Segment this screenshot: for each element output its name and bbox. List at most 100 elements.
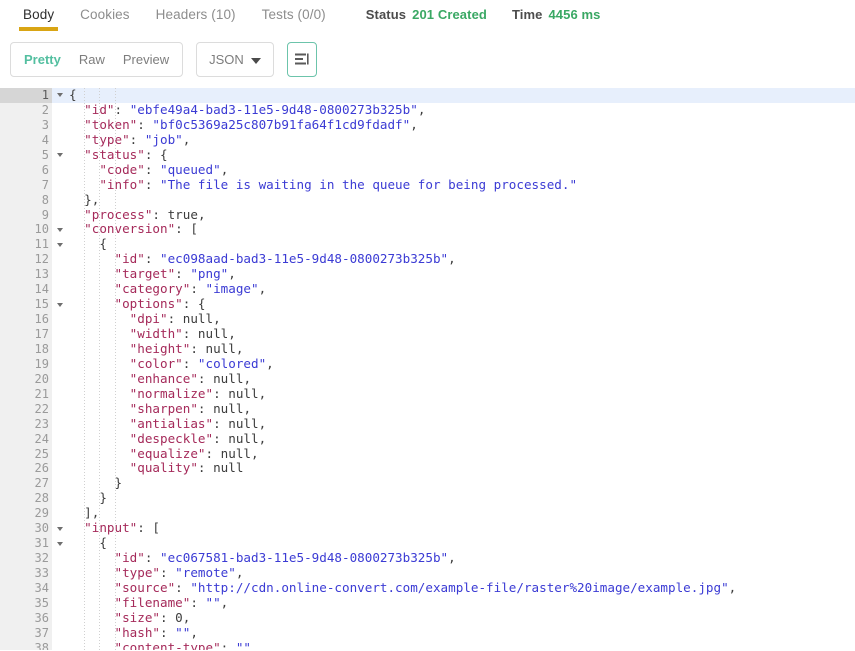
code-line[interactable]: 6 "code": "queued",: [0, 162, 855, 178]
code-token: "type": [114, 566, 161, 580]
line-number: 2: [0, 102, 52, 118]
code-token: "size": [114, 610, 161, 625]
code-token: "The file is waiting in the queue for be…: [160, 177, 578, 192]
code-line[interactable]: 16 "dpi": null,: [0, 312, 855, 327]
code-token: :: [175, 580, 191, 595]
code-line[interactable]: 23 "antialias": null,: [0, 416, 855, 432]
code-line[interactable]: 34 "source": "http://cdn.online-convert.…: [0, 580, 855, 596]
code-line[interactable]: 27 }: [0, 476, 855, 492]
code-line[interactable]: 12 "id": "ec098aad-bad3-11e5-9d48-080027…: [0, 252, 855, 268]
code-line[interactable]: 9 "process": true,: [0, 207, 855, 223]
line-number: 27: [0, 476, 52, 492]
code-line[interactable]: 25 "equalize": null,: [0, 446, 855, 462]
tab-headers[interactable]: Headers (10): [143, 0, 249, 31]
view-mode-group: Pretty Raw Preview: [10, 42, 184, 77]
code-line[interactable]: 32 "id": "ec067581-bad3-11e5-9d48-080027…: [0, 551, 855, 566]
code-line-content: }: [52, 491, 855, 506]
code-line-content: "source": "http://cdn.online-convert.com…: [52, 581, 855, 596]
language-select-value: JSON: [209, 52, 244, 67]
code-line[interactable]: 13 "target": "png",: [0, 267, 855, 283]
code-line[interactable]: 37 "hash": "",: [0, 625, 855, 641]
view-mode-raw[interactable]: Raw: [70, 43, 114, 76]
code-line[interactable]: 2 "id": "ebfe49a4-bad3-11e5-9d48-0800273…: [0, 102, 855, 118]
code-token: "": [205, 595, 221, 610]
code-line[interactable]: 19 "color": "colored",: [0, 356, 855, 372]
code-line[interactable]: 31 {: [0, 536, 855, 552]
code-token: ,: [251, 446, 259, 461]
code-token: },: [84, 192, 100, 207]
code-token: :: [160, 566, 176, 580]
code-token: "queued": [160, 162, 221, 177]
code-line-content: {: [52, 88, 855, 103]
status-badge[interactable]: 201 Created: [412, 7, 487, 22]
code-line[interactable]: 38 "content-type": "": [0, 640, 855, 650]
code-token: "png": [190, 267, 229, 282]
code-token: "remote": [175, 566, 236, 580]
code-token: null: [205, 341, 236, 356]
line-number: 7: [0, 177, 52, 193]
code-line[interactable]: 8 },: [0, 192, 855, 208]
code-line[interactable]: 14 "category": "image",: [0, 282, 855, 298]
code-token: "quality": [129, 461, 198, 476]
code-line[interactable]: 4 "type": "job",: [0, 132, 855, 148]
line-number: 1: [0, 88, 63, 103]
code-token: :: [190, 341, 206, 356]
code-line[interactable]: 26 "quality": null: [0, 461, 855, 477]
code-token: :: [213, 386, 229, 401]
response-meta: Status 201 Created Time 4456 ms: [366, 0, 601, 22]
code-token: null: [228, 416, 259, 431]
code-line-content: "id": "ec067581-bad3-11e5-9d48-0800273b3…: [52, 551, 855, 566]
code-line[interactable]: 11 {: [0, 237, 855, 253]
code-line[interactable]: 21 "normalize": null,: [0, 386, 855, 402]
code-line[interactable]: 10 "conversion": [: [0, 222, 855, 238]
code-line[interactable]: 24 "despeckle": null,: [0, 431, 855, 447]
tab-headers-label: Headers (10): [155, 7, 236, 22]
code-token: ,: [410, 117, 418, 132]
line-number: 31: [0, 536, 63, 552]
code-line[interactable]: 5 "status": {: [0, 147, 855, 163]
code-line[interactable]: 30 "input": [: [0, 521, 855, 537]
code-line[interactable]: 17 "width": null,: [0, 327, 855, 342]
code-line[interactable]: 22 "sharpen": null,: [0, 401, 855, 417]
tab-body[interactable]: Body: [10, 0, 67, 31]
code-token: :: [175, 267, 191, 282]
code-line[interactable]: 36 "size": 0,: [0, 610, 855, 626]
tab-tests-label: Tests (0/0): [261, 7, 326, 22]
code-line[interactable]: 15 "options": {: [0, 297, 855, 313]
code-token: :: [114, 102, 130, 117]
code-token: :: [129, 132, 145, 147]
view-mode-pretty[interactable]: Pretty: [15, 43, 70, 76]
code-line-content: "color": "colored",: [52, 357, 855, 372]
code-line-content: "despeckle": null,: [52, 432, 855, 447]
code-line[interactable]: 3 "token": "bf0c5369a25c807b91fa64f1cd9f…: [0, 117, 855, 133]
code-line-content: "category": "image",: [52, 282, 855, 297]
code-token: :: [205, 446, 221, 461]
word-wrap-button[interactable]: [286, 42, 317, 77]
code-line-content: "input": [: [52, 521, 855, 536]
view-mode-preview[interactable]: Preview: [114, 43, 178, 76]
code-token: "token": [84, 117, 138, 132]
response-body-viewer[interactable]: 1{2 "id": "ebfe49a4-bad3-11e5-9d48-08002…: [0, 87, 855, 650]
code-line[interactable]: 1{: [0, 88, 855, 103]
code-token: : [: [175, 222, 198, 237]
code-token: "enhance": [129, 371, 198, 386]
code-line[interactable]: 18 "height": null,: [0, 341, 855, 357]
line-number: 15: [0, 297, 63, 313]
code-lines[interactable]: 1{2 "id": "ebfe49a4-bad3-11e5-9d48-08002…: [0, 88, 855, 650]
code-line[interactable]: 28 }: [0, 491, 855, 507]
time-value[interactable]: 4456 ms: [548, 7, 600, 22]
code-line[interactable]: 29 ],: [0, 506, 855, 522]
code-line-content: "process": true,: [52, 208, 855, 223]
line-number: 11: [0, 237, 63, 253]
code-line-content: },: [52, 193, 855, 208]
language-select[interactable]: JSON: [196, 42, 274, 77]
code-line[interactable]: 7 "info": "The file is waiting in the qu…: [0, 177, 855, 193]
tab-tests[interactable]: Tests (0/0): [249, 0, 339, 31]
code-line[interactable]: 20 "enhance": null,: [0, 371, 855, 387]
code-line[interactable]: 35 "filename": "",: [0, 595, 855, 611]
tab-cookies[interactable]: Cookies: [67, 0, 142, 31]
code-line[interactable]: 33 "type": "remote",: [0, 566, 855, 581]
code-token: null: [197, 327, 229, 341]
line-number: 21: [0, 386, 52, 402]
code-token: "dpi": [129, 312, 168, 327]
